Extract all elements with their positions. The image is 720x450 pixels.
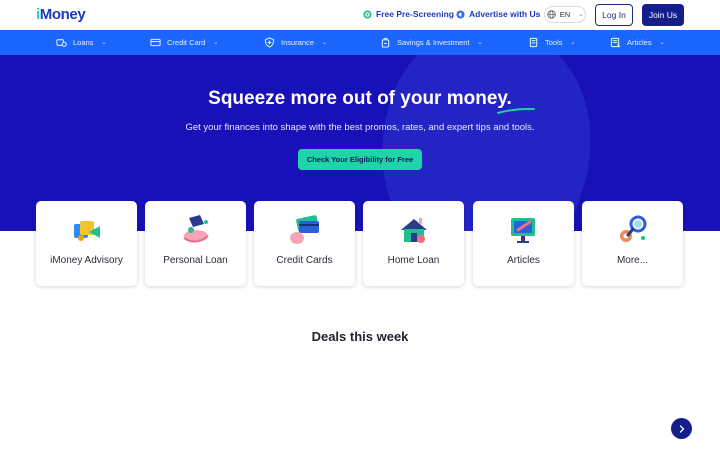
category-card-more[interactable]: More... — [582, 201, 683, 286]
card-label: Credit Cards — [276, 255, 333, 266]
chevron-down-icon: ⌄ — [659, 40, 665, 46]
category-card-imoney-advisory[interactable]: iMoney Advisory — [36, 201, 137, 286]
home-loan-icon — [401, 218, 427, 243]
chevron-down-icon: ⌄ — [321, 40, 327, 46]
carousel-next-button[interactable] — [671, 418, 692, 439]
personal-loan-icon — [183, 215, 209, 243]
chevron-right-icon — [679, 424, 684, 433]
savings-icon — [381, 37, 390, 48]
nav-item-tools[interactable]: Tools ⌄ — [528, 30, 576, 55]
language-selector[interactable]: EN ⌄ — [544, 6, 586, 23]
target-icon — [363, 9, 372, 19]
chevron-down-icon: ⌄ — [570, 40, 576, 46]
megaphone-icon — [456, 9, 465, 19]
globe-icon — [547, 10, 556, 19]
card-label: Personal Loan — [163, 255, 228, 266]
more-gear-icon — [620, 215, 647, 242]
nav-item-credit-card[interactable]: Credit Card ⌄ — [150, 30, 218, 55]
chevron-down-icon: ⌄ — [578, 12, 584, 18]
chevron-down-icon: ⌄ — [477, 40, 483, 46]
nav-item-savings-investment[interactable]: Savings & Investment ⌄ — [380, 30, 483, 55]
underline-swoosh — [497, 108, 535, 114]
credit-cards-icon — [290, 215, 319, 244]
nav-item-insurance[interactable]: Insurance ⌄ — [264, 30, 327, 55]
category-card-articles[interactable]: Articles — [473, 201, 574, 286]
category-card-home-loan[interactable]: Home Loan — [363, 201, 464, 286]
credit-card-icon — [150, 38, 161, 47]
top-header: iMoney Free Pre-Screening Advertise with… — [0, 0, 720, 30]
card-label: Articles — [507, 255, 540, 266]
join-us-button[interactable]: Join Us — [642, 4, 684, 26]
tools-icon — [529, 37, 538, 48]
nav-item-articles[interactable]: Articles ⌄ — [610, 30, 665, 55]
deals-section-title: Deals this week — [311, 329, 409, 344]
hero-subtitle: Get your finances into shape with the be… — [185, 122, 535, 133]
main-nav: Loans ⌄ Credit Card ⌄ Insurance ⌄ Saving… — [0, 30, 720, 55]
nav-item-loans[interactable]: Loans ⌄ — [56, 30, 106, 55]
category-card-personal-loan[interactable]: Personal Loan — [145, 201, 246, 286]
advertise-with-us-link[interactable]: Advertise with Us — [456, 9, 540, 19]
insurance-icon — [264, 37, 275, 48]
card-label: More... — [616, 255, 649, 266]
free-pre-screening-link[interactable]: Free Pre-Screening — [363, 9, 454, 19]
chevron-down-icon: ⌄ — [213, 40, 219, 46]
language-code: EN — [559, 10, 571, 19]
articles-monitor-icon — [511, 218, 535, 243]
imoney-logo[interactable]: iMoney — [36, 6, 86, 23]
check-eligibility-button[interactable]: Check Your Eligibility for Free — [298, 149, 422, 170]
card-label: iMoney Advisory — [50, 255, 123, 266]
articles-icon — [610, 37, 621, 48]
advisory-icon — [74, 221, 100, 241]
hero-title: Squeeze more out of your money. — [208, 88, 512, 109]
card-label: Home Loan — [387, 255, 440, 266]
loans-icon — [56, 39, 67, 47]
log-in-button[interactable]: Log In — [595, 4, 633, 26]
category-card-credit-cards[interactable]: Credit Cards — [254, 201, 355, 286]
chevron-down-icon: ⌄ — [101, 40, 107, 46]
